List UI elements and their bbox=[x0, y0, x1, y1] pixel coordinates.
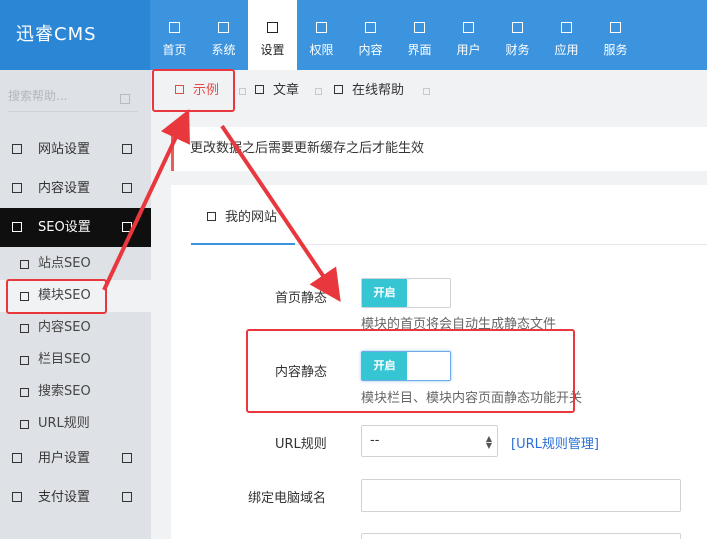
annotation-arrow-up bbox=[102, 109, 190, 291]
annotation-arrow-down bbox=[220, 124, 341, 302]
annotation-arrows bbox=[102, 109, 341, 302]
